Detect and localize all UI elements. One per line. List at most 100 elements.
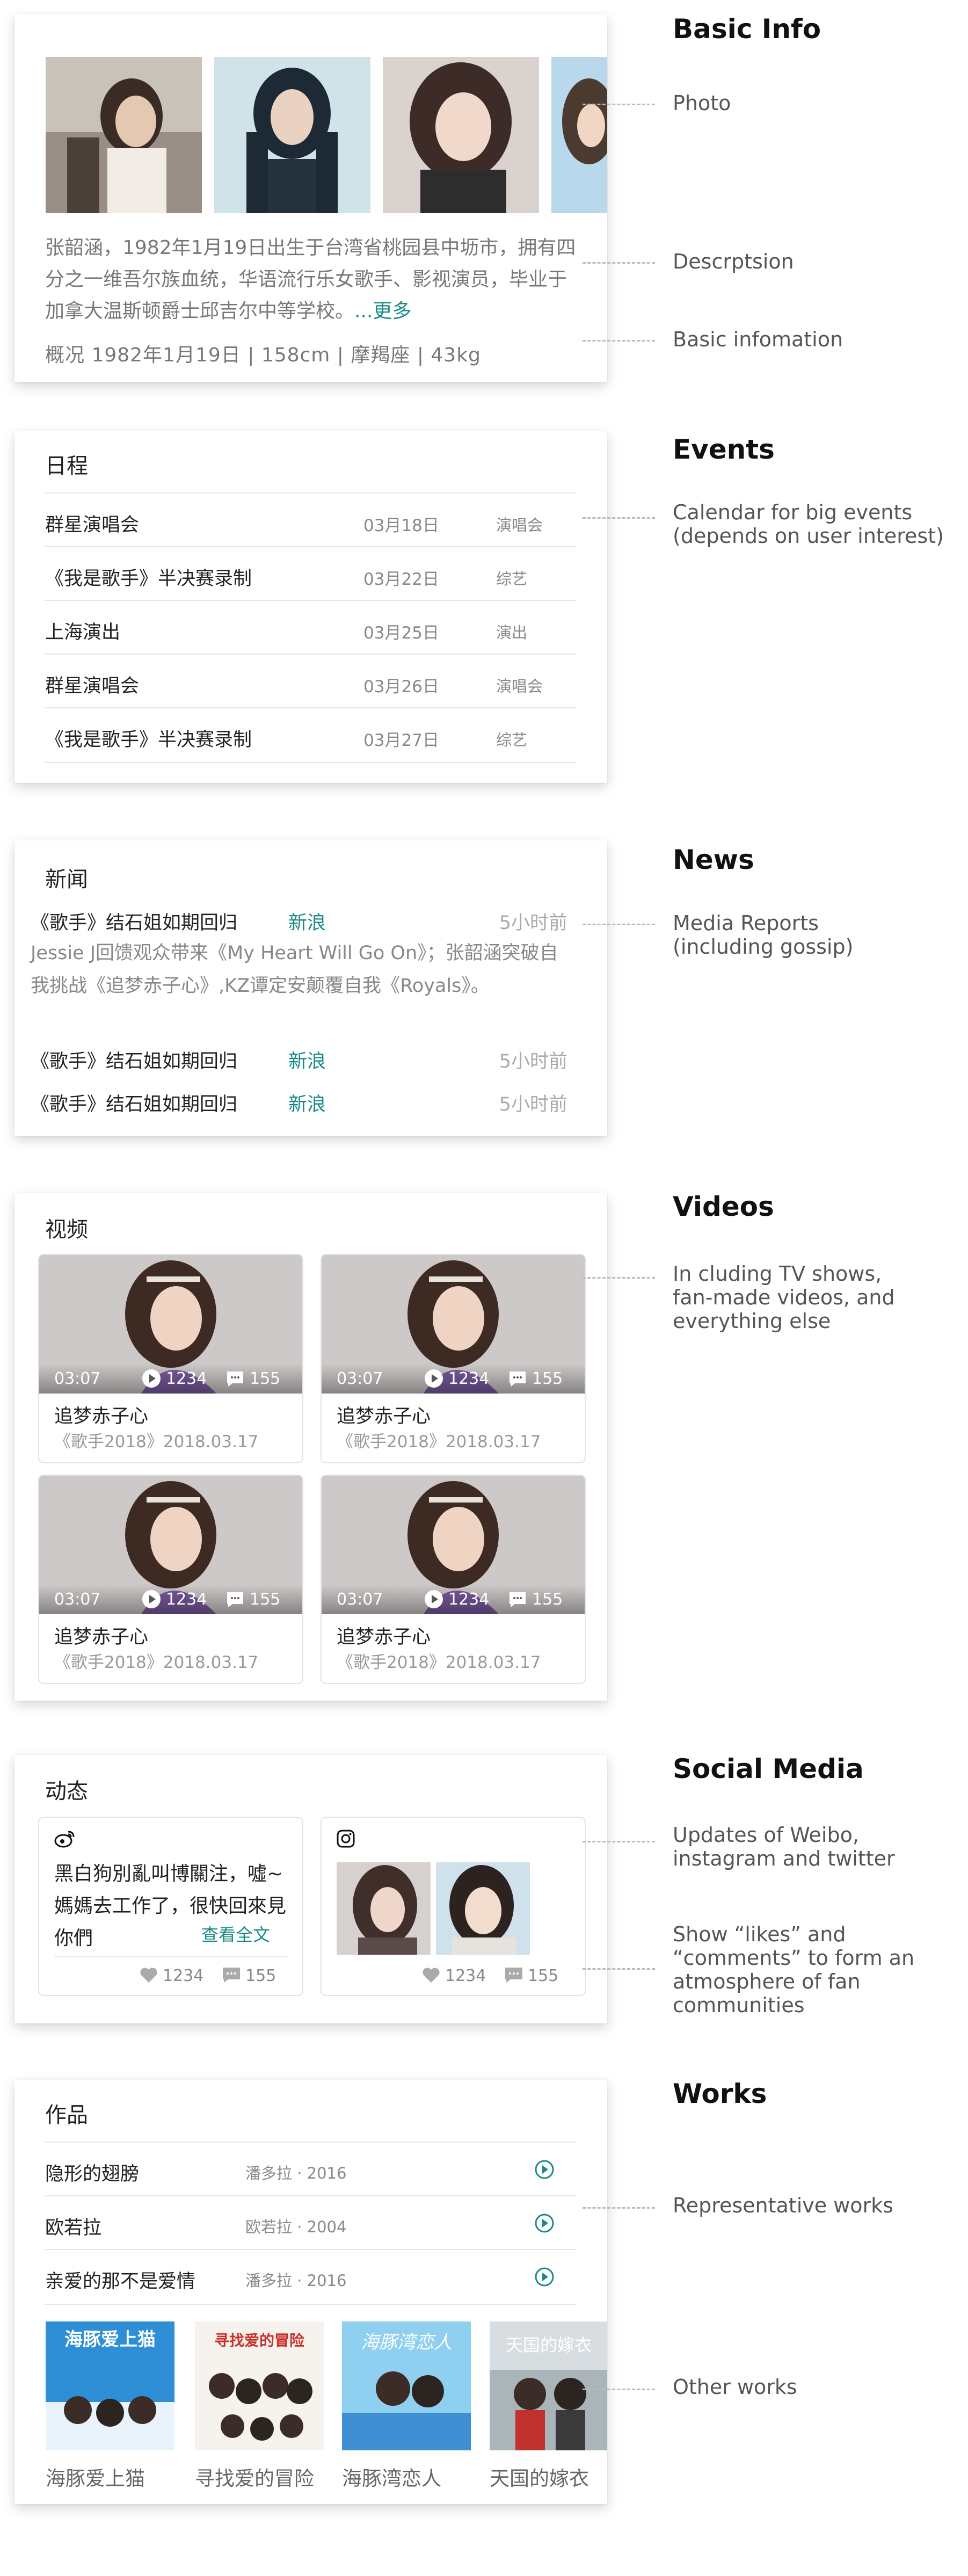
event-date: 03月25日 [363,623,439,643]
read-full-link[interactable]: 查看全文 [201,1921,270,1946]
annotation-works-other: Other works [673,2375,797,2399]
video-comment-count: 155 [250,1590,281,1609]
weibo-like-count: 1234 [163,1967,204,1985]
events-title: 日程 [45,454,88,478]
video-subtitle: 《歌手2018》2018.03.17 [337,1653,541,1672]
work-name: 隐形的翅膀 [45,2164,140,2185]
play-icon[interactable] [534,2266,555,2288]
news-source[interactable]: 新浪 [288,1089,326,1116]
video-subtitle: 《歌手2018》2018.03.17 [54,1653,259,1672]
video-duration: 03:07 [54,1590,101,1609]
news-item[interactable]: 《歌手》结石姐如期回归 新浪 5小时前 [31,1089,567,1121]
news-time: 5小时前 [499,1094,567,1115]
more-link[interactable]: ...更多 [354,300,411,322]
instagram-photo-2[interactable] [436,1862,530,1955]
event-row[interactable]: 群星演唱会 03月26日 演唱会 [45,654,577,708]
event-date: 03月18日 [363,516,439,535]
play-count-icon [142,1590,161,1608]
comment-icon[interactable] [222,1967,241,1984]
news-item[interactable]: 《歌手》结石姐如期回归 新浪 5小时前 [31,908,567,940]
work-meta: 欧若拉 · 2004 [245,2218,347,2236]
comment-icon [227,1592,243,1607]
video-title: 追梦赤子心 [337,1627,431,1648]
events-card: 日程 群星演唱会 03月18日 演唱会 《我是歌手》半决赛录制 03月22日 综… [14,431,607,783]
leader-photo [583,104,655,105]
event-tag: 演唱会 [496,516,543,534]
video-card[interactable]: 03:07 1234 155 追梦赤子心 《歌手2018》2018.03.17 [321,1475,586,1684]
event-tag: 演出 [496,623,528,642]
poster-art-text: 海豚爱上猫 [64,2329,156,2350]
event-row[interactable]: 上海演出 03月25日 演出 [45,600,577,655]
instagram-icon [337,1830,355,1848]
star-photo-3[interactable] [383,57,539,213]
videos-title: 视频 [45,1217,88,1242]
event-date: 03月22日 [363,570,439,589]
news-headline: 《歌手》结石姐如期回归 [31,1094,238,1115]
work-poster-3[interactable]: 海豚湾恋人 [342,2321,471,2450]
video-play-count: 1234 [166,1590,207,1609]
news-time: 5小时前 [499,912,567,934]
basic-info-card: 张韶涵，1982年1月19日出生于台湾省桃园县中坜市，拥有四分之一维吾尔族血统，… [14,14,607,382]
video-comment-count: 155 [532,1369,563,1388]
leader-works-1 [583,2207,655,2209]
work-name: 欧若拉 [45,2217,102,2239]
video-card[interactable]: 03:07 1234 155 追梦赤子心 《歌手2018》2018.03.17 [38,1254,303,1463]
instagram-photo-1[interactable] [337,1862,431,1955]
video-play-count: 1234 [448,1590,490,1609]
social-title: 动态 [45,1779,88,1804]
event-row[interactable]: 《我是歌手》半决赛录制 03月27日 综艺 [45,707,577,763]
like-icon[interactable] [139,1967,158,1984]
works-title: 作品 [45,2103,88,2128]
event-row[interactable]: 《我是歌手》半决赛录制 03月22日 综艺 [45,546,577,601]
event-name: 群星演唱会 [45,676,140,697]
event-tag: 综艺 [496,731,528,749]
video-card[interactable]: 03:07 1234 155 追梦赤子心 《歌手2018》2018.03.17 [321,1254,586,1463]
video-thumbnail[interactable]: 03:07 1234 155 [322,1476,585,1614]
star-photo-4[interactable] [551,57,607,213]
news-title: 新闻 [45,867,88,892]
video-card[interactable]: 03:07 1234 155 追梦赤子心 《歌手2018》2018.03.17 [38,1475,303,1684]
news-item[interactable]: 《歌手》结石姐如期回归 新浪 5小时前 [31,1046,567,1078]
leader-social-1 [583,1841,655,1842]
video-thumbnail[interactable]: 03:07 1234 155 [39,1476,302,1614]
play-count-icon [425,1369,443,1388]
event-row[interactable]: 群星演唱会 03月18日 演唱会 [45,492,577,547]
news-source[interactable]: 新浪 [288,908,326,935]
work-row[interactable]: 隐形的翅膀 潘多拉 · 2016 [45,2142,577,2196]
leader-works-2 [583,2389,655,2390]
work-poster-title: 海豚爱上猫 [46,2467,145,2490]
video-comment-count: 155 [250,1369,281,1388]
news-source[interactable]: 新浪 [288,1046,326,1073]
video-thumbnail[interactable]: 03:07 1234 155 [322,1255,585,1394]
leader-videos [583,1277,655,1279]
instagram-post-card[interactable]: 1234 155 [321,1817,586,1996]
work-poster-1[interactable]: 海豚爱上猫 [46,2321,174,2450]
play-icon[interactable] [534,2159,555,2180]
video-duration: 03:07 [54,1369,101,1388]
video-thumbnail[interactable]: 03:07 1234 155 [39,1255,302,1394]
poster-art-text: 天国的嫁衣 [506,2335,592,2355]
work-poster-4[interactable]: 天国的嫁衣 [490,2321,607,2450]
video-play-count: 1234 [166,1369,207,1388]
star-photo-2[interactable] [214,57,370,213]
like-icon[interactable] [421,1967,441,1984]
annotation-basic-info: Basic infomation [673,328,843,351]
event-tag: 综艺 [496,570,528,588]
play-count-icon [142,1369,161,1388]
section-title-videos: Videos [673,1191,774,1222]
annotation-works-representative: Representative works [673,2194,893,2217]
work-poster-title: 海豚湾恋人 [342,2467,441,2490]
video-title: 追梦赤子心 [54,1627,149,1648]
work-poster-2[interactable]: 寻找爱的冒险 [195,2321,324,2450]
work-poster-title: 寻找爱的冒险 [195,2467,314,2490]
work-row[interactable]: 欧若拉 欧若拉 · 2004 [45,2195,577,2250]
news-summary: Jessie J回馈观众带来《My Heart Will Go On》；张韶涵突… [31,942,558,997]
work-row[interactable]: 亲爱的那不是爱情 潘多拉 · 2016 [45,2249,577,2305]
video-play-count: 1234 [448,1369,490,1388]
comment-icon[interactable] [504,1967,523,1984]
weibo-post-card[interactable]: 黑白狗別亂叫博關注，噓~媽媽去工作了，很快回來見你們 查看全文 1234 155 [38,1817,303,1996]
play-icon[interactable] [534,2212,555,2234]
star-photo-1[interactable] [46,57,202,213]
event-date: 03月27日 [363,731,439,750]
annotation-description: Descrptsion [673,250,794,273]
